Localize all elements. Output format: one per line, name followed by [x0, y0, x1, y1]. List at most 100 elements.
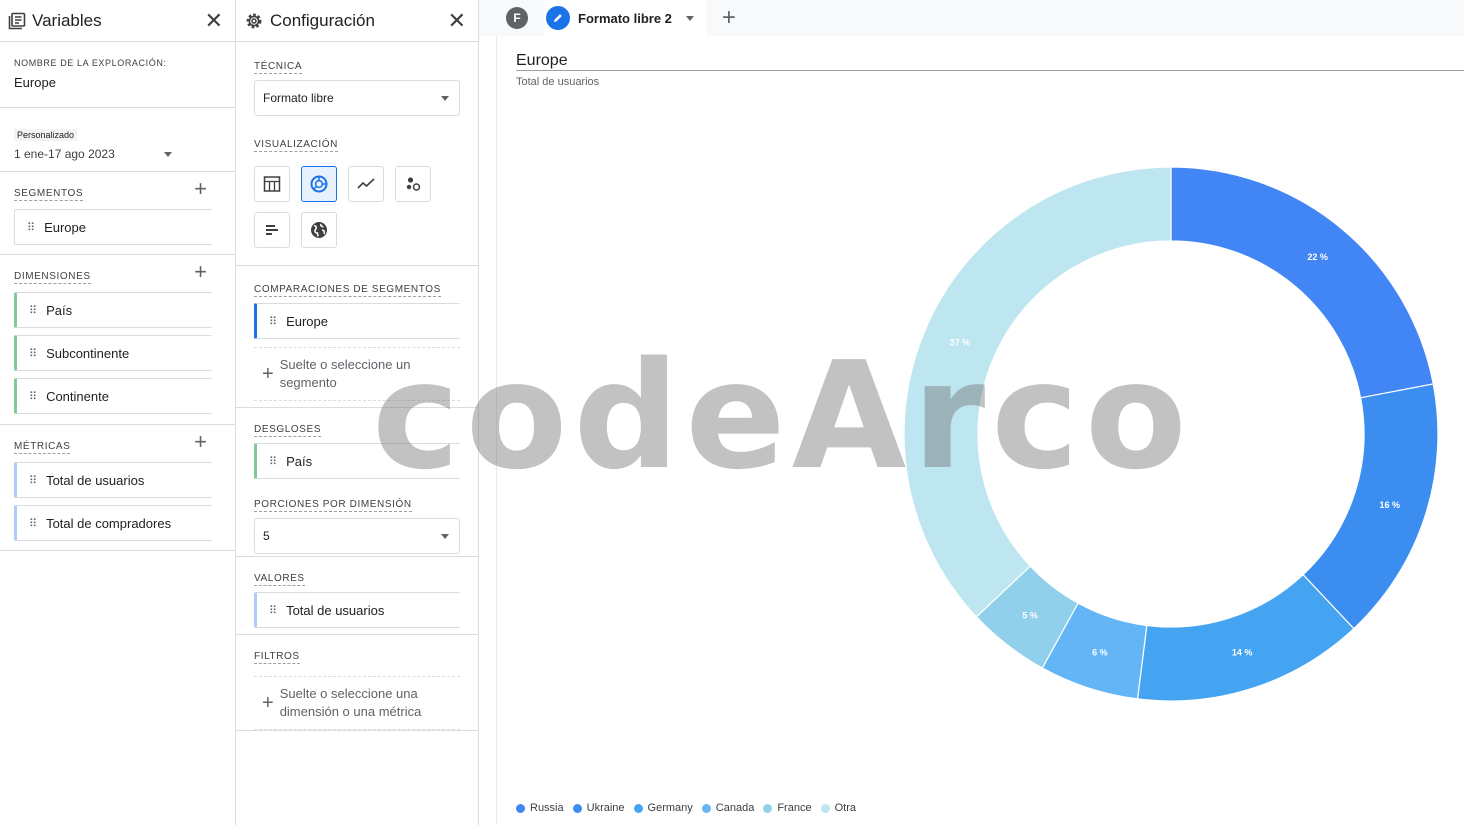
- legend-item-canada[interactable]: Canada: [701, 802, 755, 814]
- donut-slice-ukraine[interactable]: [1302, 383, 1439, 630]
- close-variables-icon[interactable]: ✕: [205, 9, 223, 32]
- exploration-name-section: NOMBRE DE LA EXPLORACIÓN: Europe: [0, 42, 235, 108]
- drag-handle-icon[interactable]: ⠿: [29, 474, 37, 487]
- rows-value: 5: [263, 529, 270, 543]
- segment-chip-label: Europe: [44, 219, 86, 235]
- drag-handle-icon[interactable]: ⠿: [29, 304, 37, 317]
- technique-value: Formato libre: [263, 91, 334, 105]
- legend-dot-icon: [763, 803, 773, 813]
- config-panel: Configuración ✕ TÉCNICA Formato libre VI…: [236, 0, 479, 825]
- slice-label: 6 %: [1092, 648, 1108, 658]
- add-dimension-icon[interactable]: +: [194, 261, 207, 283]
- drag-handle-icon[interactable]: ⠿: [29, 347, 37, 360]
- segment-drop-zone[interactable]: + Suelte o seleccione un segmento: [254, 347, 460, 401]
- filters-label: FILTROS: [254, 651, 300, 664]
- drag-handle-icon[interactable]: ⠿: [29, 390, 37, 403]
- segment-chip[interactable]: ⠿ Europe: [14, 209, 212, 245]
- value-chip-label: Total de usuarios: [286, 602, 385, 618]
- drag-handle-icon[interactable]: ⠿: [27, 221, 35, 234]
- dimension-chip-subcontinent[interactable]: ⠿ Subcontinente: [14, 335, 212, 371]
- viz-grid: [254, 166, 478, 248]
- metric-chip-label: Total de usuarios: [46, 472, 145, 488]
- legend-label: Canada: [715, 802, 755, 814]
- exploration-name-input[interactable]: Europe: [14, 75, 213, 90]
- pencil-icon: [546, 6, 570, 30]
- slice-label: 5 %: [1022, 611, 1038, 621]
- dimension-chip-label: País: [46, 302, 73, 318]
- tab-active[interactable]: Formato libre 2: [544, 0, 706, 36]
- value-chip[interactable]: ⠿ Total de usuarios: [254, 592, 460, 628]
- plus-icon: +: [262, 363, 274, 385]
- slice-label: 22 %: [1307, 252, 1328, 262]
- metrics-label: MÉTRICAS: [14, 441, 71, 454]
- donut-icon: [310, 175, 328, 193]
- drag-handle-icon[interactable]: ⠿: [269, 455, 277, 468]
- slice-label: 37 %: [950, 338, 971, 348]
- metrics-section: MÉTRICAS + ⠿ Total de usuarios ⠿ Total d…: [0, 425, 235, 551]
- add-tab-icon[interactable]: +: [722, 6, 736, 30]
- add-segment-icon[interactable]: +: [194, 178, 207, 200]
- dimension-chip-continent[interactable]: ⠿ Continente: [14, 378, 212, 414]
- variables-panel: Variables ✕ NOMBRE DE LA EXPLORACIÓN: Eu…: [0, 0, 236, 825]
- legend-item-ukraine[interactable]: Ukraine: [572, 802, 625, 814]
- date-range-section[interactable]: Personalizado 1 ene-17 ago 2023: [0, 108, 235, 172]
- viz-line-button[interactable]: [348, 166, 384, 202]
- segment-comparison-chip[interactable]: ⠿ Europe: [254, 303, 460, 339]
- app-window: Variables ✕ NOMBRE DE LA EXPLORACIÓN: Eu…: [0, 0, 1464, 825]
- filters-drop-text: Suelte o seleccione una dimensión o una …: [279, 686, 422, 719]
- breakdown-section: DESGLOSES ⠿ País PORCIONES POR DIMENSIÓN…: [236, 408, 478, 557]
- rows-select[interactable]: 5: [254, 518, 460, 554]
- tab-avatar[interactable]: F: [506, 7, 528, 29]
- legend-item-russia[interactable]: Russia: [516, 802, 564, 814]
- plus-icon: +: [262, 692, 274, 714]
- exploration-name-label: NOMBRE DE LA EXPLORACIÓN:: [14, 58, 167, 68]
- chevron-down-icon[interactable]: [164, 151, 172, 157]
- chart-legend: Russia Ukraine Germany Canada France Otra: [516, 802, 856, 814]
- viz-table-button[interactable]: [254, 166, 290, 202]
- metric-chip-label: Total de compradores: [46, 515, 172, 531]
- legend-label: France: [777, 802, 812, 814]
- donut-slice-otra[interactable]: [903, 166, 1172, 618]
- viz-scatter-button[interactable]: [395, 166, 431, 202]
- donut-slice-russia[interactable]: [1170, 166, 1434, 399]
- drag-handle-icon[interactable]: ⠿: [269, 315, 277, 328]
- gear-icon: [246, 13, 262, 28]
- dimension-chip-country[interactable]: ⠿ País: [14, 292, 212, 328]
- legend-label: Germany: [647, 802, 693, 814]
- dimension-chip-label: Continente: [46, 388, 109, 404]
- viz-bar-button[interactable]: [254, 212, 290, 248]
- segment-comparison-label: Europe: [286, 313, 328, 329]
- breakdown-chip-label: País: [286, 453, 313, 469]
- metric-chip-users[interactable]: ⠿ Total de usuarios: [14, 462, 212, 498]
- donut-slice-germany[interactable]: [1136, 573, 1355, 702]
- scatter-icon: [406, 177, 421, 191]
- legend-dot-icon: [633, 803, 643, 813]
- drag-handle-icon[interactable]: ⠿: [269, 604, 277, 617]
- values-label: VALORES: [254, 573, 305, 586]
- filters-section: FILTROS + Suelte o seleccione una dimens…: [236, 635, 478, 731]
- segments-section: SEGMENTOS + ⠿ Europe: [0, 172, 235, 255]
- viz-donut-button[interactable]: [301, 166, 337, 202]
- viz-geo-button[interactable]: [301, 212, 337, 248]
- chevron-down-icon: [441, 533, 449, 539]
- metric-chip-buyers[interactable]: ⠿ Total de compradores: [14, 505, 212, 541]
- legend-item-germany[interactable]: Germany: [633, 802, 693, 814]
- viz-label: VISUALIZACIÓN: [254, 139, 338, 152]
- filters-drop-zone[interactable]: + Suelte o seleccione una dimensión o un…: [254, 676, 460, 730]
- breakdown-chip[interactable]: ⠿ País: [254, 443, 460, 479]
- legend-dot-icon: [820, 803, 830, 813]
- bar-chart-icon: [266, 225, 278, 235]
- variables-icon: [8, 12, 26, 29]
- chevron-down-icon[interactable]: [685, 15, 694, 21]
- add-metric-icon[interactable]: +: [194, 431, 207, 453]
- slice-label: 16 %: [1379, 500, 1400, 510]
- legend-item-france[interactable]: France: [763, 802, 812, 814]
- slice-label: 14 %: [1232, 648, 1253, 658]
- legend-item-otra[interactable]: Otra: [820, 802, 856, 814]
- dimensions-section: DIMENSIONES + ⠿ País ⠿ Subcontinente ⠿ C…: [0, 255, 235, 425]
- legend-label: Russia: [530, 802, 564, 814]
- drag-handle-icon[interactable]: ⠿: [29, 517, 37, 530]
- legend-dot-icon: [516, 803, 525, 813]
- close-config-icon[interactable]: ✕: [448, 9, 466, 32]
- technique-select[interactable]: Formato libre: [254, 80, 460, 116]
